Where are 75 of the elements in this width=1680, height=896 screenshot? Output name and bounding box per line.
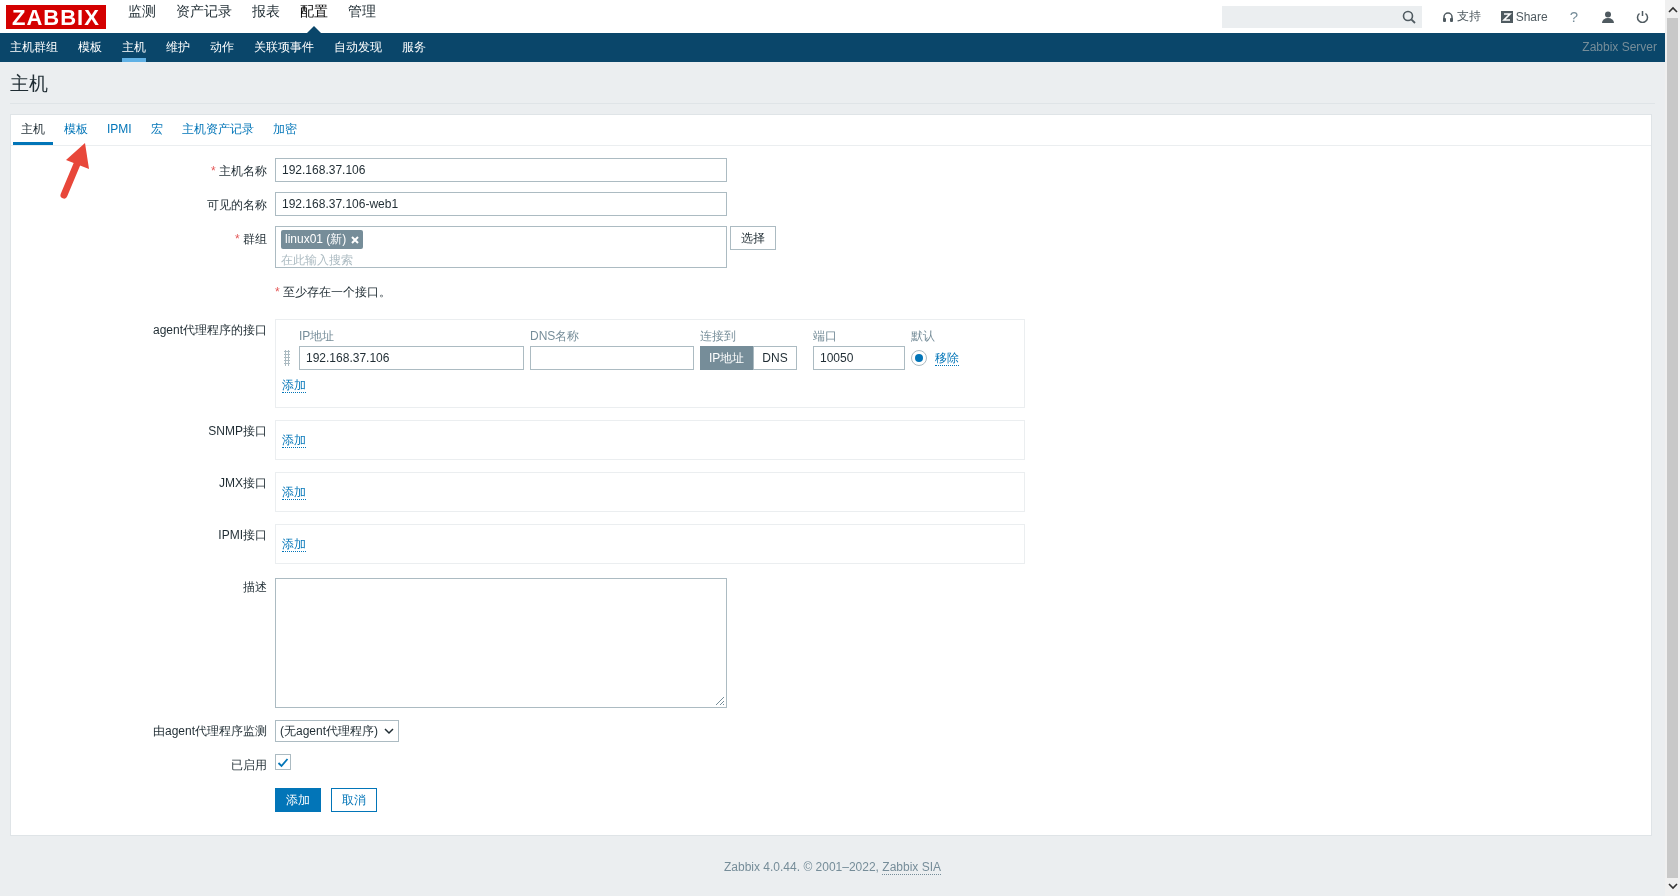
- help-link[interactable]: ?: [1557, 8, 1590, 25]
- field-label: SNMP接口: [207, 423, 267, 440]
- text-field[interactable]: 192.168.37.106-web1: [275, 192, 727, 216]
- column-header: 端口: [813, 328, 838, 345]
- main-menu-item[interactable]: 报表: [241, 0, 290, 33]
- sub-menu-item[interactable]: 模板: [68, 33, 112, 62]
- main-menu-item[interactable]: 管理: [337, 0, 386, 33]
- column-header: IP地址: [299, 328, 336, 345]
- sub-menu-item[interactable]: 自动发现: [324, 33, 392, 62]
- zabbix-logo: ZABBIX: [6, 4, 106, 29]
- dns-field[interactable]: [530, 346, 694, 370]
- field-label: 描述: [242, 579, 267, 596]
- field-label: 由agent代理程序监测: [151, 723, 267, 740]
- field-label: IPMI接口: [217, 527, 267, 544]
- field-label: agent代理程序的接口: [151, 322, 267, 339]
- field-label: * 群组: [234, 231, 267, 248]
- proxy-dropdown[interactable]: (无agent代理程序): [275, 720, 400, 742]
- ip-field[interactable]: 192.168.37.106: [299, 346, 524, 370]
- add-link[interactable]: 添加: [282, 485, 306, 500]
- tab[interactable]: 主机: [13, 115, 53, 145]
- field-label: 已启用: [230, 757, 267, 774]
- sub-menu-item[interactable]: 主机群组: [0, 33, 68, 62]
- scroll-up-icon: [1667, 6, 1678, 14]
- field-label: JMX接口: [218, 475, 267, 492]
- tab[interactable]: IPMI: [99, 115, 140, 145]
- power-icon: [1636, 10, 1649, 23]
- tab[interactable]: 主机资产记录: [173, 115, 262, 145]
- column-header: DNS名称: [530, 328, 581, 345]
- add-link[interactable]: 添加: [282, 433, 306, 448]
- field-label: 可见的名称: [206, 197, 267, 214]
- column-header: 连接到: [700, 328, 737, 345]
- main-menu-item[interactable]: 配置: [289, 0, 338, 33]
- select-button[interactable]: 选择: [730, 226, 776, 250]
- share-icon: [1500, 10, 1513, 23]
- server-name: Zabbix Server: [1582, 39, 1658, 56]
- search-icon: [1401, 9, 1416, 24]
- sub-menu-item[interactable]: 动作: [200, 33, 244, 62]
- interface-note: * 至少存在一个接口。: [275, 284, 392, 301]
- add-link[interactable]: 添加: [282, 378, 306, 393]
- connect-option[interactable]: DNS: [753, 346, 797, 370]
- remove-link[interactable]: 移除: [935, 350, 959, 366]
- sub-menu-item[interactable]: 主机: [112, 33, 156, 62]
- support-link[interactable]: 支持: [1431, 8, 1491, 25]
- column-header: 默认: [911, 328, 936, 345]
- chevron-down-icon: [384, 727, 395, 735]
- add-link[interactable]: 添加: [282, 537, 306, 552]
- sub-menu-item[interactable]: 维护: [156, 33, 200, 62]
- pointer-arrow: [60, 143, 89, 199]
- tab[interactable]: 模板: [56, 115, 96, 145]
- headset-icon: [1441, 10, 1454, 23]
- page-title: 主机: [10, 72, 48, 96]
- checkmark-icon: [277, 756, 289, 768]
- share-link[interactable]: Share: [1490, 9, 1558, 24]
- search-field[interactable]: [1221, 5, 1422, 28]
- group-tag: linux01 (新): [281, 230, 364, 249]
- main-menu-item[interactable]: 监测: [117, 0, 166, 33]
- footer-text: Zabbix 4.0.44. © 2001–2022, Zabbix SIA: [724, 860, 941, 875]
- add-button[interactable]: 添加: [275, 788, 321, 812]
- port-field[interactable]: 10050: [813, 346, 905, 370]
- drag-handle[interactable]: [284, 350, 290, 366]
- description-field[interactable]: [275, 578, 727, 708]
- main-menu-item[interactable]: 资产记录: [165, 0, 242, 33]
- scrollbar-thumb[interactable]: [1667, 18, 1678, 878]
- field-label: * 主机名称: [210, 163, 267, 180]
- enabled-checkbox[interactable]: [275, 754, 291, 770]
- resize-grip-icon: [713, 694, 725, 706]
- tab[interactable]: 加密: [264, 115, 305, 145]
- sub-menu-item[interactable]: 关联项事件: [244, 33, 324, 62]
- tab[interactable]: 宏: [142, 115, 171, 145]
- text-field[interactable]: 192.168.37.106: [275, 158, 727, 182]
- cancel-button[interactable]: 取消: [331, 788, 377, 812]
- scroll-down-icon: [1667, 882, 1678, 890]
- close-icon: [351, 235, 360, 244]
- sub-menu-item[interactable]: 服务: [392, 33, 436, 62]
- user-icon: [1602, 10, 1614, 23]
